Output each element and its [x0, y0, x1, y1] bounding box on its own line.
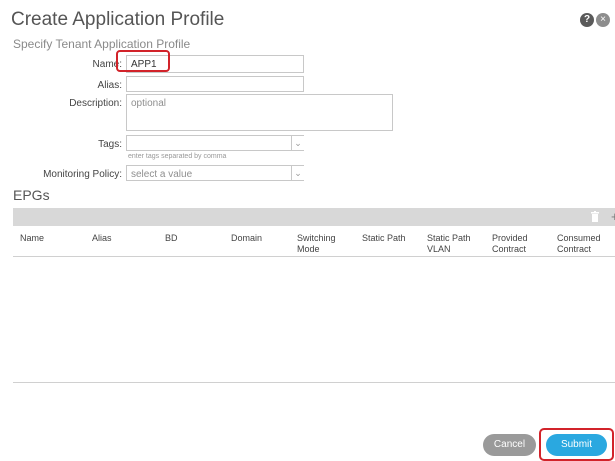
close-icon[interactable]: ×: [596, 13, 610, 27]
create-application-profile-dialog: Create Application Profile ? × Specify T…: [0, 0, 615, 461]
tags-input[interactable]: [126, 135, 304, 151]
alias-label: Alias:: [97, 80, 122, 91]
column-header-domain: Domain: [231, 233, 263, 243]
epgs-table-toolbar: +: [13, 208, 615, 226]
column-header-consumed-contract: Consumed Contract: [557, 233, 601, 254]
name-highlight-box: [116, 50, 170, 72]
column-header-name: Name: [20, 233, 45, 243]
monitoring-policy-label: Monitoring Policy:: [43, 169, 122, 180]
tags-label: Tags:: [98, 139, 122, 150]
alias-input[interactable]: [126, 76, 304, 92]
dialog-subtitle: Specify Tenant Application Profile: [13, 37, 191, 51]
help-icon[interactable]: ?: [580, 13, 594, 27]
trash-icon[interactable]: [591, 211, 599, 222]
cancel-button[interactable]: Cancel: [483, 434, 536, 456]
submit-highlight-box: [539, 428, 614, 461]
column-header-switching-mode: Switching Mode: [297, 233, 336, 254]
table-bottom-divider: [13, 382, 615, 383]
table-header-divider: [13, 256, 615, 257]
monitoring-policy-select[interactable]: select a value: [126, 165, 304, 181]
column-header-provided-contract: Provided Contract: [492, 233, 528, 254]
epgs-section-title: EPGs: [13, 187, 50, 203]
tags-hint: enter tags separated by comma: [128, 153, 227, 160]
description-textarea[interactable]: optional: [126, 94, 393, 131]
name-label: Name:: [92, 59, 122, 70]
description-label: Description:: [69, 98, 122, 109]
column-header-alias: Alias: [92, 233, 112, 243]
tags-chevron-down-icon[interactable]: ⌄: [291, 136, 304, 150]
monitoring-chevron-down-icon[interactable]: ⌄: [291, 166, 304, 180]
plus-icon[interactable]: +: [611, 208, 615, 225]
column-header-bd: BD: [165, 233, 178, 243]
column-header-static-path-vlan: Static Path VLAN: [427, 233, 471, 254]
column-header-static-path: Static Path: [362, 233, 406, 243]
dialog-title: Create Application Profile: [11, 9, 225, 30]
